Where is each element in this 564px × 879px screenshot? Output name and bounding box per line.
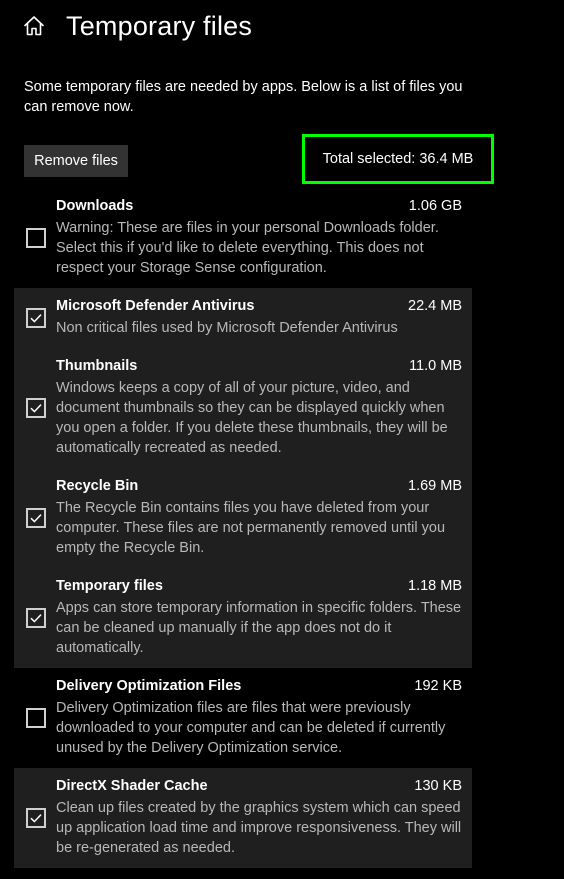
item-size: 130 KB: [414, 778, 462, 794]
checkmark-icon: [30, 404, 42, 413]
item-size: 11.0 MB: [409, 358, 462, 374]
item-description: Apps can store temporary information in …: [56, 600, 462, 656]
defender-checkbox[interactable]: [26, 308, 46, 328]
page-header: Temporary files: [22, 8, 252, 44]
list-item-temporary-files[interactable]: Temporary files 1.18 MB Apps can store t…: [14, 568, 472, 668]
item-size: 1.69 MB: [408, 478, 462, 494]
item-name: Recycle Bin: [56, 478, 139, 494]
item-description: The Recycle Bin contains files you have …: [56, 500, 446, 556]
intro-text: Some temporary files are needed by apps.…: [24, 79, 463, 115]
directx-shader-cache-checkbox[interactable]: [26, 808, 46, 828]
item-size: 192 KB: [414, 678, 462, 694]
item-name: Temporary files: [56, 578, 163, 594]
list-item-defender[interactable]: Microsoft Defender Antivirus 22.4 MB Non…: [14, 288, 472, 348]
item-name: Thumbnails: [56, 358, 138, 374]
checkmark-icon: [30, 514, 42, 523]
delivery-optimization-checkbox[interactable]: [26, 708, 46, 728]
item-name: Downloads: [56, 198, 134, 214]
checkmark-icon: [30, 814, 42, 823]
list-item-thumbnails[interactable]: Thumbnails 11.0 MB Windows keeps a copy …: [14, 348, 472, 468]
list-item-downloads[interactable]: Downloads 1.06 GB Warning: These are fil…: [14, 188, 472, 288]
home-icon[interactable]: [22, 14, 46, 38]
page-title: Temporary files: [66, 10, 253, 41]
item-size: 1.18 MB: [408, 578, 462, 594]
recycle-bin-checkbox[interactable]: [26, 508, 46, 528]
total-selected-label: Total selected: 36.4 MB: [302, 134, 494, 184]
remove-files-button[interactable]: Remove files: [24, 145, 128, 177]
temporary-files-checkbox[interactable]: [26, 608, 46, 628]
item-size: 1.06 GB: [408, 198, 462, 214]
item-name: Microsoft Defender Antivirus: [56, 298, 255, 314]
item-description: Warning: These are files in your persona…: [56, 220, 439, 276]
item-name: DirectX Shader Cache: [56, 778, 208, 794]
thumbnails-checkbox[interactable]: [26, 398, 46, 418]
list-item-delivery-optimization[interactable]: Delivery Optimization Files 192 KB Deliv…: [14, 668, 472, 768]
item-description: Clean up files created by the graphics s…: [56, 800, 462, 856]
item-description: Windows keeps a copy of all of your pict…: [56, 380, 448, 456]
item-description: Delivery Optimization files are files th…: [56, 700, 446, 756]
checkmark-icon: [30, 314, 42, 323]
item-size: 22.4 MB: [408, 298, 462, 314]
list-item-directx-shader-cache[interactable]: DirectX Shader Cache 130 KB Clean up fil…: [14, 768, 472, 868]
downloads-checkbox[interactable]: [26, 228, 46, 248]
item-description: Non critical files used by Microsoft Def…: [56, 320, 398, 336]
list-item-recycle-bin[interactable]: Recycle Bin 1.69 MB The Recycle Bin cont…: [14, 468, 472, 568]
item-name: Delivery Optimization Files: [56, 678, 242, 694]
checkmark-icon: [30, 614, 42, 623]
temp-files-list: Downloads 1.06 GB Warning: These are fil…: [14, 188, 472, 868]
